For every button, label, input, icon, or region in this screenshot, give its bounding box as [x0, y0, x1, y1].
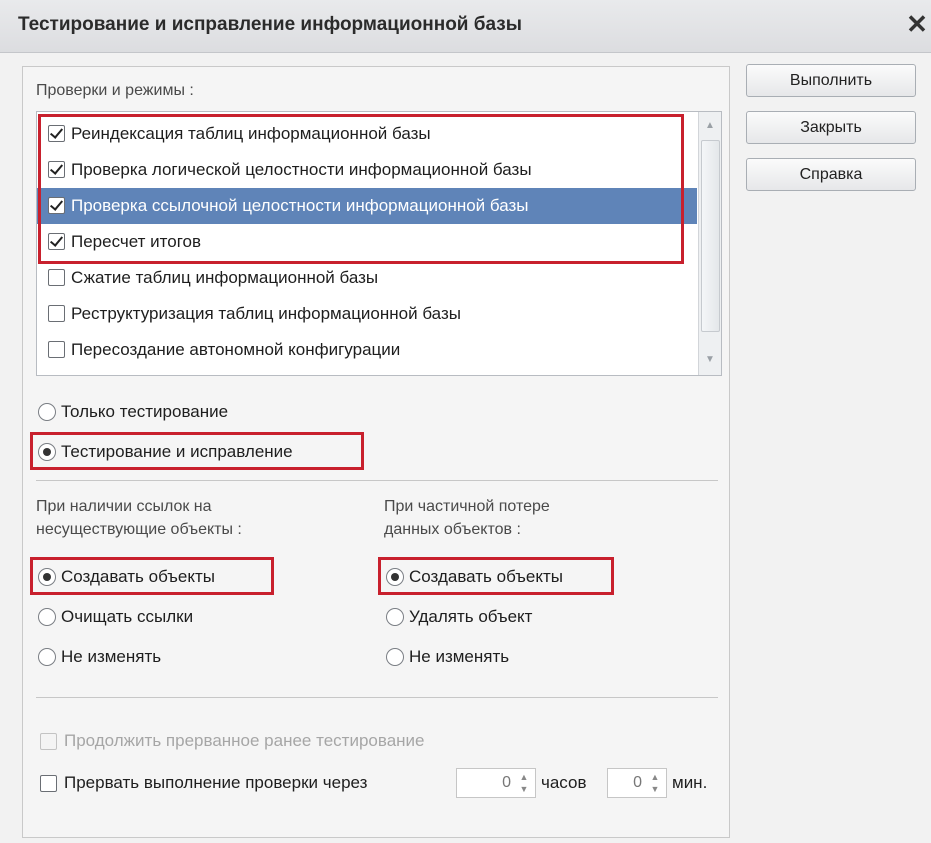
- highlight-frame: [30, 557, 274, 595]
- spin-up-icon[interactable]: ▲: [651, 772, 660, 782]
- radio-test-only[interactable]: [38, 403, 56, 421]
- run-button[interactable]: Выполнить: [746, 64, 916, 97]
- interrupt-label: Прервать выполнение проверки через: [64, 773, 368, 792]
- hours-stepper[interactable]: 0 ▲ ▼: [456, 768, 536, 798]
- hours-label: часов: [541, 773, 587, 792]
- missing-refs-label-2: несуществующие объекты :: [36, 521, 242, 538]
- list-item[interactable]: Реструктуризация таблиц информационной б…: [37, 296, 697, 332]
- list-scrollbar[interactable]: ▲ ▼: [698, 112, 721, 375]
- minutes-label: мин.: [672, 773, 708, 792]
- minutes-value: 0: [633, 774, 642, 791]
- radio-label: Очищать ссылки: [61, 607, 194, 626]
- close-button[interactable]: Закрыть: [746, 111, 916, 144]
- highlight-frame: [38, 114, 684, 264]
- spin-up-icon[interactable]: ▲: [520, 772, 529, 782]
- list-item[interactable]: Пересоздание автономной конфигурации: [37, 332, 697, 368]
- stepper-arrows-icon[interactable]: ▲ ▼: [646, 771, 664, 795]
- divider: [36, 697, 718, 698]
- scroll-down-icon[interactable]: ▼: [702, 352, 718, 368]
- checkbox[interactable]: [48, 305, 65, 322]
- scrollbar-thumb[interactable]: [701, 140, 720, 332]
- checks-label: Проверки и режимы :: [36, 82, 194, 99]
- radio-no-change[interactable]: [38, 648, 56, 666]
- partial-loss-label-2: данных объектов :: [384, 521, 521, 538]
- radio-clear-refs[interactable]: [38, 608, 56, 626]
- scroll-up-icon[interactable]: ▲: [702, 118, 718, 134]
- spin-down-icon[interactable]: ▼: [651, 784, 660, 794]
- radio-label: Только тестирование: [61, 402, 229, 421]
- radio-label: Не изменять: [61, 647, 162, 666]
- continue-checkbox: [40, 733, 57, 750]
- window-title: Тестирование и исправление информационно…: [18, 14, 522, 35]
- divider: [36, 480, 718, 481]
- checkbox[interactable]: [48, 341, 65, 358]
- list-item-label: Сжатие таблиц информационной базы: [71, 268, 379, 287]
- stepper-arrows-icon[interactable]: ▲ ▼: [515, 771, 533, 795]
- list-item[interactable]: Сжатие таблиц информационной базы: [37, 260, 697, 296]
- checkbox[interactable]: [48, 269, 65, 286]
- radio-label: Удалять объект: [409, 607, 533, 626]
- list-item-label: Реструктуризация таблиц информационной б…: [71, 304, 461, 323]
- radio-no-change-partial[interactable]: [386, 648, 404, 666]
- interrupt-checkbox[interactable]: [40, 775, 57, 792]
- continue-label: Продолжить прерванное ранее тестирование: [64, 731, 425, 750]
- help-button[interactable]: Справка: [746, 158, 916, 191]
- radio-delete-object[interactable]: [386, 608, 404, 626]
- spin-down-icon[interactable]: ▼: [520, 784, 529, 794]
- highlight-frame: [30, 432, 364, 470]
- missing-refs-label-1: При наличии ссылок на: [36, 498, 212, 515]
- title-bar: Тестирование и исправление информационно…: [0, 0, 931, 53]
- list-item-label: Пересоздание автономной конфигурации: [71, 340, 401, 359]
- close-icon[interactable]: ✕: [904, 9, 930, 39]
- minutes-stepper[interactable]: 0 ▲ ▼: [607, 768, 667, 798]
- partial-loss-label-1: При частичной потере: [384, 498, 550, 515]
- radio-label: Не изменять: [409, 647, 510, 666]
- hours-value: 0: [502, 774, 511, 791]
- highlight-frame: [378, 557, 614, 595]
